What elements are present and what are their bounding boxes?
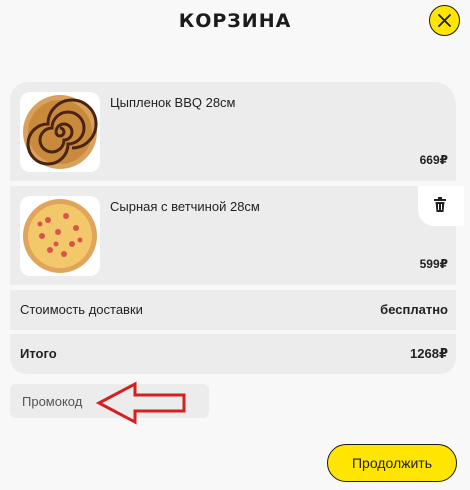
- pizza-image: [20, 196, 100, 276]
- item-price: 599₽: [419, 257, 448, 271]
- item-name: Цыпленок BBQ 28см: [110, 95, 236, 110]
- close-icon: [438, 14, 451, 27]
- delivery-cost-row: Стоимость доставки бесплатно: [10, 290, 456, 330]
- bbq-chicken-pizza-icon: [23, 95, 98, 169]
- pizza-image: [20, 92, 100, 172]
- cheese-ham-pizza-icon: [23, 199, 97, 273]
- trash-icon: [434, 197, 446, 212]
- continue-button[interactable]: Продолжить: [327, 444, 457, 482]
- cart-item: Цыпленок BBQ 28см 669₽: [10, 82, 456, 181]
- item-price: 669₽: [419, 153, 448, 167]
- total-value: 1268₽: [410, 346, 448, 361]
- total-label: Итого: [20, 346, 57, 361]
- item-name: Сырная с ветчиной 28см: [110, 199, 260, 214]
- red-arrow-icon: [95, 381, 186, 425]
- delete-item-button[interactable]: [418, 186, 464, 226]
- total-row: Итого 1268₽: [10, 334, 456, 374]
- page-title: КОРЗИНА: [178, 10, 292, 32]
- cart-item: Сырная с ветчиной 28см 599₽: [10, 186, 456, 285]
- delivery-cost-value: бесплатно: [380, 302, 448, 317]
- delivery-cost-label: Стоимость доставки: [20, 302, 143, 317]
- close-button[interactable]: [429, 5, 460, 36]
